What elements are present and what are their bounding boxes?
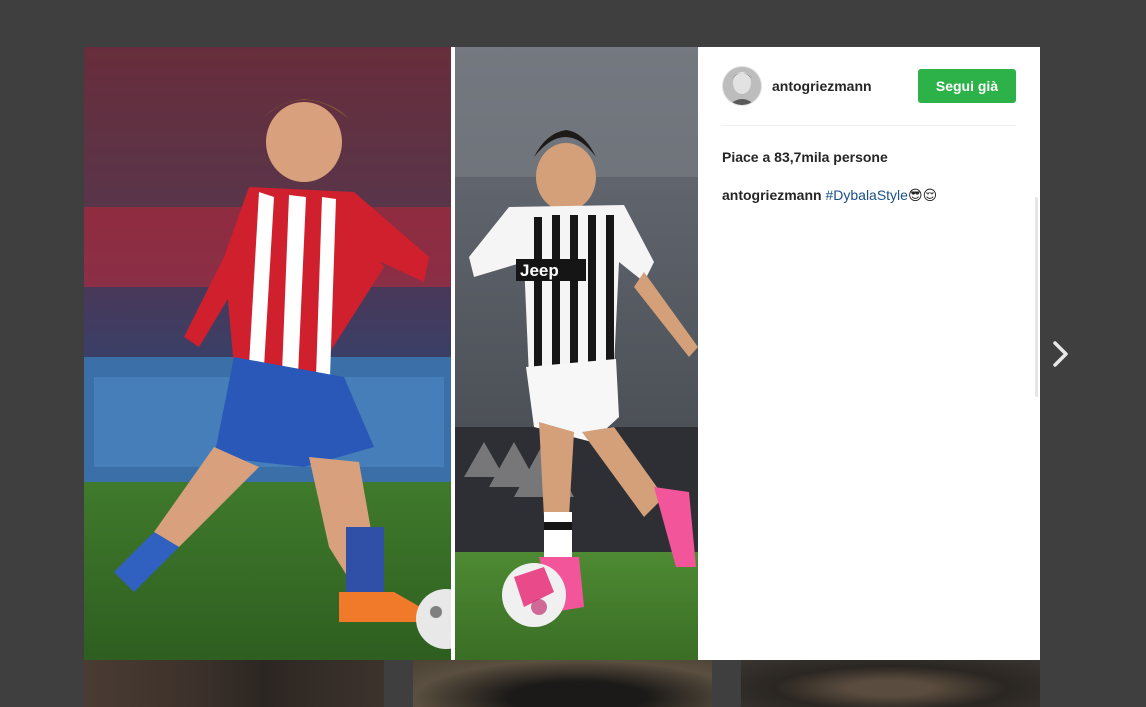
- avatar[interactable]: [722, 66, 762, 106]
- chevron-right-icon: [1053, 341, 1068, 367]
- grid-thumbnail[interactable]: [413, 660, 712, 707]
- next-post-button[interactable]: [1048, 336, 1074, 372]
- sidebar-scrollbar[interactable]: [1035, 197, 1038, 397]
- follow-button[interactable]: Segui già: [918, 69, 1016, 103]
- caption-hashtag[interactable]: #DybalaStyle: [825, 187, 908, 203]
- avatar-image: [723, 67, 761, 105]
- caption-username[interactable]: antogriezmann: [722, 187, 822, 203]
- collage-image: Jeep: [84, 47, 698, 660]
- caption: antogriezmann #DybalaStyle😎😌: [722, 187, 937, 204]
- svg-text:Jeep: Jeep: [520, 261, 559, 280]
- caption-emojis: 😎😌: [907, 187, 938, 203]
- post-photo[interactable]: Jeep: [84, 47, 698, 660]
- post-sidebar: antogriezmann Segui già Piace a 83,7mila…: [698, 47, 1040, 660]
- post-modal: Jeep antogriezmann Segui già Piace a 83,…: [84, 47, 1040, 660]
- grid-thumbnail[interactable]: [741, 660, 1040, 707]
- username[interactable]: antogriezmann: [772, 78, 872, 94]
- likes-count[interactable]: Piace a 83,7mila persone: [722, 149, 888, 165]
- post-header: antogriezmann Segui già: [722, 65, 1016, 126]
- grid-thumbnail[interactable]: [84, 660, 384, 707]
